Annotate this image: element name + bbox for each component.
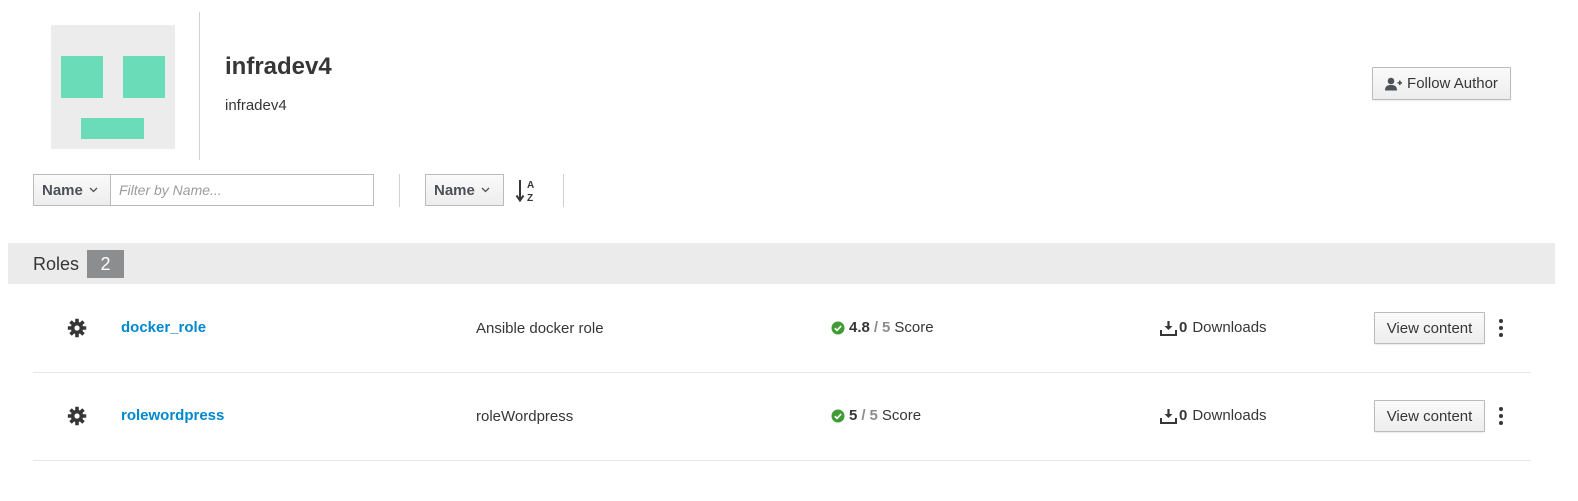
score-value: 4.8 [849, 319, 870, 336]
role-name-link[interactable]: docker_role [121, 319, 206, 336]
role-score: 5 / 5 Score [831, 407, 921, 424]
roles-label: Roles [33, 254, 80, 274]
svg-text:Z: Z [527, 193, 533, 204]
downloads-count: 0 [1179, 319, 1188, 336]
view-content-button[interactable]: View content [1374, 400, 1485, 432]
sort-field-dropdown[interactable]: Name [425, 174, 504, 206]
filter-field-label: Name [42, 181, 83, 199]
view-content-label: View content [1386, 319, 1473, 337]
check-circle-icon [831, 409, 845, 422]
svg-text:A: A [527, 180, 534, 191]
score-max: 5 [882, 319, 891, 336]
gear-icon [67, 406, 87, 426]
user-plus-icon [1385, 77, 1403, 90]
author-avatar [51, 25, 175, 149]
filter-input[interactable] [110, 174, 374, 206]
kebab-icon[interactable] [1497, 318, 1505, 338]
gear-icon [67, 318, 87, 338]
toolbar-divider-1 [399, 174, 400, 207]
kebab-icon[interactable] [1497, 406, 1505, 426]
toolbar-divider-2 [563, 174, 564, 207]
avatar-eye-left [61, 56, 103, 98]
chevron-down-icon [481, 187, 490, 193]
downloads-label: Downloads [1192, 407, 1267, 424]
sort-field-label: Name [434, 181, 475, 199]
role-name-link[interactable]: rolewordpress [121, 407, 224, 424]
row-divider [33, 460, 1531, 461]
author-username: infradev4 [225, 97, 287, 114]
follow-author-label: Follow Author [1407, 75, 1498, 92]
follow-author-button[interactable]: Follow Author [1372, 67, 1511, 100]
score-label: Score [894, 319, 934, 336]
check-circle-icon [831, 321, 845, 334]
row-divider [33, 372, 1531, 373]
score-value: 5 [849, 407, 858, 424]
filter-field-dropdown[interactable]: Name [33, 174, 111, 206]
download-icon [1160, 408, 1177, 424]
view-content-label: View content [1386, 407, 1473, 425]
role-downloads: 0 Downloads [1160, 407, 1267, 424]
chevron-down-icon [89, 187, 98, 193]
score-label: Score [881, 407, 922, 424]
author-title: infradev4 [225, 53, 332, 80]
header-divider [199, 12, 200, 160]
roles-header [8, 243, 1555, 284]
avatar-eye-right [123, 56, 165, 98]
role-description: roleWordpress [476, 408, 574, 425]
role-downloads: 0 Downloads [1160, 319, 1267, 336]
avatar-mouth [81, 118, 144, 139]
score-max: 5 [869, 407, 878, 424]
view-content-button[interactable]: View content [1374, 312, 1485, 344]
sort-alpha-asc-icon[interactable]: A Z [515, 178, 539, 204]
download-icon [1160, 320, 1177, 336]
role-description: Ansible docker role [476, 320, 604, 337]
downloads-count: 0 [1179, 407, 1188, 424]
role-score: 4.8 / 5 Score [831, 319, 934, 336]
downloads-label: Downloads [1192, 319, 1267, 336]
roles-count-badge: 2 [87, 250, 124, 278]
